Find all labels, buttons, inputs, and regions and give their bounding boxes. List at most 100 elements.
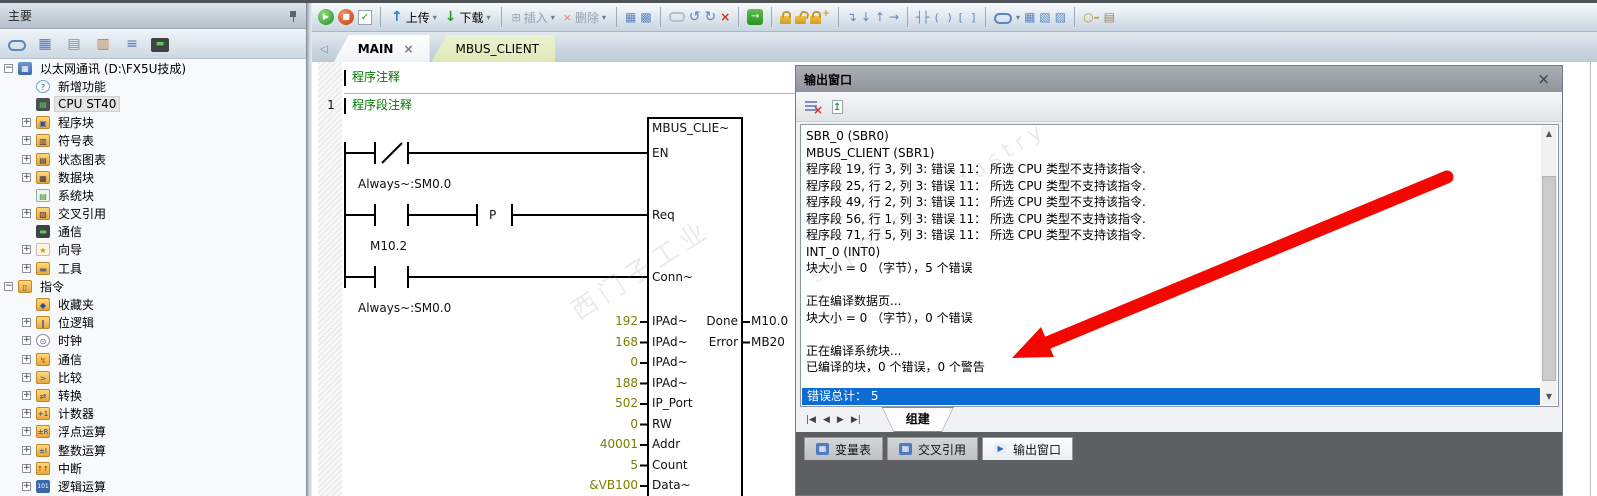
lock-add-icon[interactable] xyxy=(810,11,822,24)
block-input-value[interactable]: 5 xyxy=(548,458,638,472)
pin-icon[interactable] xyxy=(288,10,298,22)
lock-icon[interactable] xyxy=(780,11,792,24)
tree-item-20[interactable]: + ±R 浮点运算 xyxy=(2,423,306,441)
collapse-icon[interactable]: − xyxy=(4,63,13,73)
output-line[interactable] xyxy=(806,277,1538,294)
expand-icon[interactable]: + xyxy=(22,409,31,419)
output-line[interactable]: 正在编译系统块... xyxy=(806,343,1538,360)
tree-item-11[interactable]: + ▬ 工具 xyxy=(2,259,306,277)
nav-prev-icon[interactable]: ◀ xyxy=(823,415,830,425)
chevron-down-icon[interactable]: ▾ xyxy=(433,13,437,22)
tree-item-22[interactable]: + ↑↑ 中断 xyxy=(2,459,306,477)
insert-button[interactable]: ⊞ 插入 ▾ xyxy=(510,9,557,26)
tree-item-5[interactable]: + ▤ 状态图表 xyxy=(2,150,306,168)
tree-item-4[interactable]: + ▥ 符号表 xyxy=(2,132,306,150)
expand-icon[interactable]: + xyxy=(22,209,31,219)
stop-icon[interactable]: ■ xyxy=(338,9,354,25)
output-line[interactable]: 块大小 = 0 （字节），0 个错误 xyxy=(806,310,1538,327)
tree-item-15[interactable]: + ⊙ 时钟 xyxy=(2,332,306,350)
compile-icon[interactable]: ✓ xyxy=(358,9,372,25)
output-line[interactable]: INT_0 (INT0) xyxy=(806,244,1538,261)
dock-tab-输出窗口[interactable]: ▶ 输出窗口 xyxy=(982,437,1074,460)
expand-icon[interactable]: + xyxy=(22,372,31,382)
tree-item-7[interactable]: ▤ 系统块 xyxy=(2,186,306,204)
close-icon[interactable]: × xyxy=(1533,70,1554,88)
table-icon[interactable]: ▦ xyxy=(1024,10,1035,24)
tree-item-12[interactable]: − ▯ 指令 xyxy=(2,277,306,295)
tree-item-23[interactable]: +101 逻辑运算 xyxy=(2,477,306,495)
nav-next-icon[interactable]: ▶ xyxy=(837,415,844,425)
contact-label[interactable]: Always~:SM0.0 xyxy=(358,301,451,315)
upload-button[interactable]: ↑ 上传 ▾ xyxy=(389,9,439,26)
expand-icon[interactable]: + xyxy=(22,445,31,455)
output-line[interactable]: 已编译的块，0 个错误，0 个警告 xyxy=(806,359,1538,376)
download-button[interactable]: ↓ 下载 ▾ xyxy=(443,9,493,26)
block-output-value[interactable]: M10.0 xyxy=(751,314,788,328)
scrollbar-thumb[interactable] xyxy=(1542,176,1556,381)
tree-item-9[interactable]: ▬ 通信 xyxy=(2,223,306,241)
expand-icon[interactable]: + xyxy=(22,390,31,400)
selection-box-icon[interactable] xyxy=(668,12,685,22)
expand-icon[interactable]: + xyxy=(22,481,31,491)
expand-icon[interactable]: + xyxy=(22,136,31,146)
chart-icon[interactable]: ▥ xyxy=(93,35,113,53)
redo-icon[interactable]: ↻ xyxy=(704,9,716,25)
tree-item-19[interactable]: + +1 计数器 xyxy=(2,405,306,423)
block-input-value[interactable]: 502 xyxy=(548,396,638,410)
nav-first-icon[interactable]: |◀ xyxy=(806,415,816,425)
block-input-value[interactable]: 188 xyxy=(548,376,638,390)
subroutine-icon[interactable]: ▦ xyxy=(625,10,636,24)
monitor-icon[interactable]: ▬ xyxy=(151,37,169,52)
delete-button[interactable]: × 删除 ▾ xyxy=(561,9,608,26)
tree-item-10[interactable]: + ★ 向导 xyxy=(2,241,306,259)
line-down-icon[interactable]: ↓ xyxy=(861,10,871,24)
chevron-down-icon[interactable]: ▾ xyxy=(487,13,491,22)
contact-label[interactable]: Always~:SM0.0 xyxy=(358,177,451,191)
output-line[interactable]: 程序段 71, 行 5, 列 3: 错误 11： 所选 CPU 类型不支持该指令… xyxy=(806,227,1538,244)
unlock-icon[interactable] xyxy=(795,16,807,24)
output-line[interactable] xyxy=(806,326,1538,343)
output-line[interactable]: 块大小 = 0 （字节），5 个错误 xyxy=(806,260,1538,277)
clear-output-icon[interactable]: × xyxy=(805,100,823,117)
tree-item-3[interactable]: + ▣ 程序块 xyxy=(2,114,306,132)
error-total-row[interactable]: 错误总计： 5 xyxy=(802,388,1540,405)
undo-icon[interactable]: ↺ xyxy=(689,9,701,25)
export-output-icon[interactable]: ↥ xyxy=(832,99,843,114)
chevron-down-icon[interactable]: ▾ xyxy=(1016,13,1020,22)
expand-icon[interactable]: + xyxy=(22,427,31,437)
tree-item-14[interactable]: + ‖ 位逻辑 xyxy=(2,314,306,332)
tab-mbus-client[interactable]: MBUS_CLIENT xyxy=(431,35,555,62)
tree-item-2[interactable]: ▤ CPU ST40 xyxy=(2,95,306,113)
collapse-icon[interactable]: − xyxy=(4,281,13,291)
tab-main[interactable]: MAIN × xyxy=(333,35,430,62)
expand-icon[interactable]: + xyxy=(22,354,31,364)
panel-splitter[interactable] xyxy=(306,3,312,496)
block-input-value[interactable]: 192 xyxy=(548,314,638,328)
edge-contact-label[interactable]: P xyxy=(489,208,496,222)
branch-down-icon[interactable]: ↴ xyxy=(847,10,857,24)
block-input-value[interactable]: 168 xyxy=(548,335,638,349)
tree-item-1[interactable]: ? 新增功能 xyxy=(2,77,306,95)
output-scrollbar[interactable]: ▲ ▼ xyxy=(1541,126,1557,405)
list-icon[interactable]: ≡ xyxy=(122,35,142,53)
output-line[interactable]: 程序段 56, 行 1, 列 3: 错误 11： 所选 CPU 类型不支持该指令… xyxy=(806,211,1538,228)
tree-item-13[interactable]: ◆ 收藏夹 xyxy=(2,295,306,313)
line-up-icon[interactable]: ↑ xyxy=(875,10,885,24)
scroll-up-icon[interactable]: ▲ xyxy=(1541,126,1557,142)
tree-item-21[interactable]: + ±I 整数运算 xyxy=(2,441,306,459)
expand-icon[interactable]: + xyxy=(22,336,31,346)
expand-icon[interactable]: + xyxy=(22,463,31,473)
box-icon[interactable]: [ ] xyxy=(957,11,977,24)
tree-item-17[interactable]: + > 比较 xyxy=(2,368,306,386)
tree-item-16[interactable]: + ↯ 通信 xyxy=(2,350,306,368)
clear-table-icon[interactable]: ▨ xyxy=(1055,10,1066,24)
tree-item-6[interactable]: + ▦ 数据块 xyxy=(2,168,306,186)
grid-icon[interactable]: ▦ xyxy=(35,35,55,53)
tree-item-18[interactable]: + ⇄ 转换 xyxy=(2,386,306,404)
output-line[interactable]: MBUS_CLIENT (SBR1) xyxy=(806,145,1538,162)
block-output-value[interactable]: MB20 xyxy=(751,335,785,349)
output-content[interactable]: SBR_0 (SBR0) MBUS_CLIENT (SBR1) 程序段 19, 行 … xyxy=(800,124,1559,407)
output-window-titlebar[interactable]: 输出窗口 × xyxy=(796,66,1562,92)
cancel-icon[interactable]: × xyxy=(720,10,730,24)
close-icon[interactable]: × xyxy=(403,42,413,56)
